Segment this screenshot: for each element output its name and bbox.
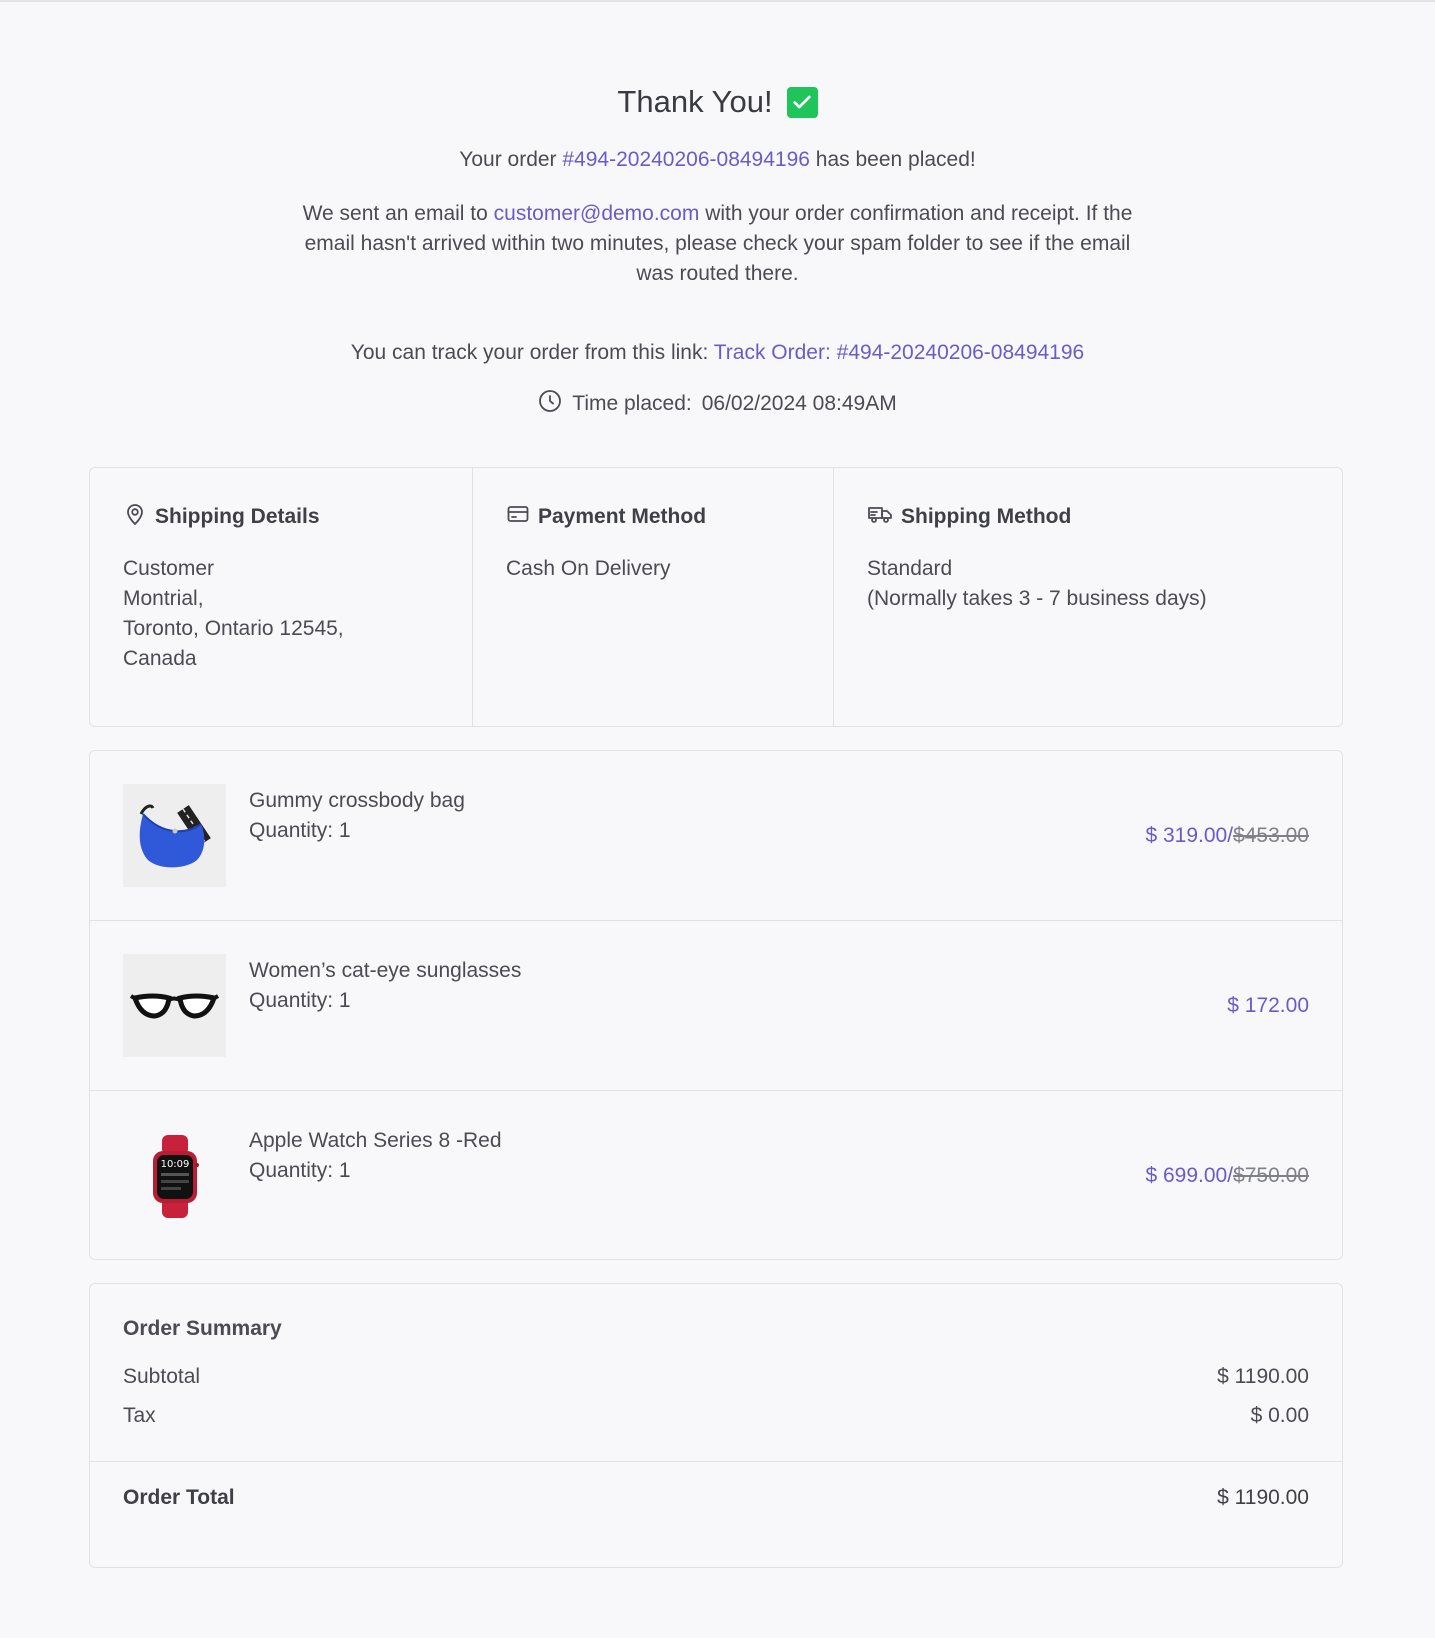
order-placed-message: Your order #494-20240206-08494196 has be… <box>0 148 1435 172</box>
subtotal-row: Subtotal $ 1190.00 <box>123 1365 1309 1389</box>
payment-method-heading: Payment Method <box>506 502 800 532</box>
order-details-card: Shipping Details Customer Montrial, Toro… <box>89 467 1343 727</box>
item-name[interactable]: Women’s cat-eye sunglasses <box>249 956 521 986</box>
tax-value: $ 0.00 <box>1250 1404 1309 1427</box>
shipping-method-body: Standard (Normally takes 3 - 7 business … <box>867 554 1309 614</box>
truck-icon <box>867 502 893 532</box>
item-name[interactable]: Apple Watch Series 8 -Red <box>249 1126 502 1156</box>
item-info: Women’s cat-eye sunglasses Quantity: 1 <box>249 956 521 1016</box>
item-info: Gummy crossbody bag Quantity: 1 <box>249 786 465 846</box>
clock-icon <box>538 389 562 419</box>
item-current-price: $ 699.00 <box>1145 1164 1228 1187</box>
shipping-method-note: (Normally takes 3 - 7 business days) <box>867 587 1207 610</box>
order-items-card: Gummy crossbody bag Quantity: 1 $ 319.00… <box>89 750 1343 1260</box>
order-summary-body: Order Summary Subtotal $ 1190.00 Tax $ 0… <box>90 1284 1342 1428</box>
item-original-price: $453.00 <box>1233 823 1309 847</box>
address-line: Montrial, <box>123 587 204 610</box>
track-order-link[interactable]: Track Order: #494-20240206-08494196 <box>714 341 1084 364</box>
email-prefix-text: We sent an email to <box>302 202 494 225</box>
check-square-icon <box>786 86 818 118</box>
confirmation-header: Thank You! Your order #494-20240206-0849… <box>0 2 1435 419</box>
payment-method-value: Cash On Delivery <box>506 557 671 580</box>
item-info: Apple Watch Series 8 -Red Quantity: 1 <box>249 1126 502 1186</box>
item-current-price: $ 319.00 <box>1145 823 1228 847</box>
shipping-method-section: Shipping Method Standard (Normally takes… <box>834 468 1342 726</box>
item-price: $ 172.00 <box>1227 994 1309 1018</box>
credit-card-icon <box>506 502 530 532</box>
shipping-method-heading: Shipping Method <box>867 502 1309 532</box>
page-title: Thank You! <box>617 82 818 122</box>
order-prefix-text: Your order <box>459 148 563 171</box>
subtotal-value: $ 1190.00 <box>1217 1365 1309 1388</box>
time-placed-label: Time placed: <box>572 392 692 415</box>
order-id-link[interactable]: #494-20240206-08494196 <box>562 148 810 171</box>
shipping-details-heading: Shipping Details <box>123 502 439 532</box>
map-pin-icon <box>123 502 147 532</box>
item-current-price: $ 172.00 <box>1227 993 1309 1017</box>
customer-email-link[interactable]: customer@demo.com <box>494 202 700 225</box>
order-confirmation-page: Thank You! Your order #494-20240206-0849… <box>0 2 1435 1568</box>
list-item: 10:09 Apple Watch Series 8 -Red Quantity… <box>90 1091 1342 1261</box>
time-placed: Time placed: 06/02/2024 08:49AM <box>0 389 1435 419</box>
time-placed-value: 06/02/2024 08:49AM <box>701 392 897 415</box>
payment-method-section: Payment Method Cash On Delivery <box>473 468 834 726</box>
product-image-sunglasses[interactable] <box>123 954 226 1057</box>
order-suffix-text: has been placed! <box>809 148 976 171</box>
shipping-details-section: Shipping Details Customer Montrial, Toro… <box>90 468 473 726</box>
item-quantity: Quantity: 1 <box>249 1159 351 1182</box>
item-price: $ 699.00/$750.00 <box>1145 1164 1309 1187</box>
order-total-label: Order Total <box>123 1486 235 1509</box>
track-prefix-text: You can track your order from this link: <box>350 341 714 364</box>
tax-label: Tax <box>123 1404 156 1427</box>
product-image-watch[interactable]: 10:09 <box>123 1125 226 1228</box>
thank-you-heading: Thank You! <box>617 84 773 119</box>
email-confirmation-message: We sent an email to customer@demo.com wi… <box>303 199 1133 289</box>
address-line: Customer <box>123 557 215 580</box>
shipping-address: Customer Montrial, Toronto, Ontario 1254… <box>123 554 439 674</box>
subtotal-label: Subtotal <box>123 1365 201 1388</box>
list-item: Gummy crossbody bag Quantity: 1 $ 319.00… <box>90 751 1342 921</box>
address-line: Canada <box>123 647 197 670</box>
svg-text:10:09: 10:09 <box>161 1159 190 1170</box>
order-total-row: Order Total $ 1190.00 <box>90 1462 1342 1534</box>
order-total-value: $ 1190.00 <box>1217 1486 1309 1509</box>
address-line: Toronto, Ontario 12545, <box>123 617 344 640</box>
list-item: Women’s cat-eye sunglasses Quantity: 1 $… <box>90 921 1342 1091</box>
item-quantity: Quantity: 1 <box>249 989 351 1012</box>
track-order-message: You can track your order from this link:… <box>0 341 1435 365</box>
tax-row: Tax $ 0.00 <box>123 1404 1309 1428</box>
item-name[interactable]: Gummy crossbody bag <box>249 786 465 816</box>
payment-method-title: Payment Method <box>538 505 707 528</box>
order-summary-heading: Order Summary <box>123 1317 282 1340</box>
shipping-method-title: Shipping Method <box>901 505 1072 528</box>
order-summary-card: Order Summary Subtotal $ 1190.00 Tax $ 0… <box>89 1283 1343 1568</box>
item-price: $ 319.00/$453.00 <box>1145 823 1309 847</box>
item-original-price: $750.00 <box>1233 1164 1309 1187</box>
shipping-method-value: Standard <box>867 557 953 580</box>
item-quantity: Quantity: 1 <box>249 819 351 842</box>
shipping-details-title: Shipping Details <box>155 505 320 528</box>
product-image-bag[interactable] <box>123 784 226 887</box>
